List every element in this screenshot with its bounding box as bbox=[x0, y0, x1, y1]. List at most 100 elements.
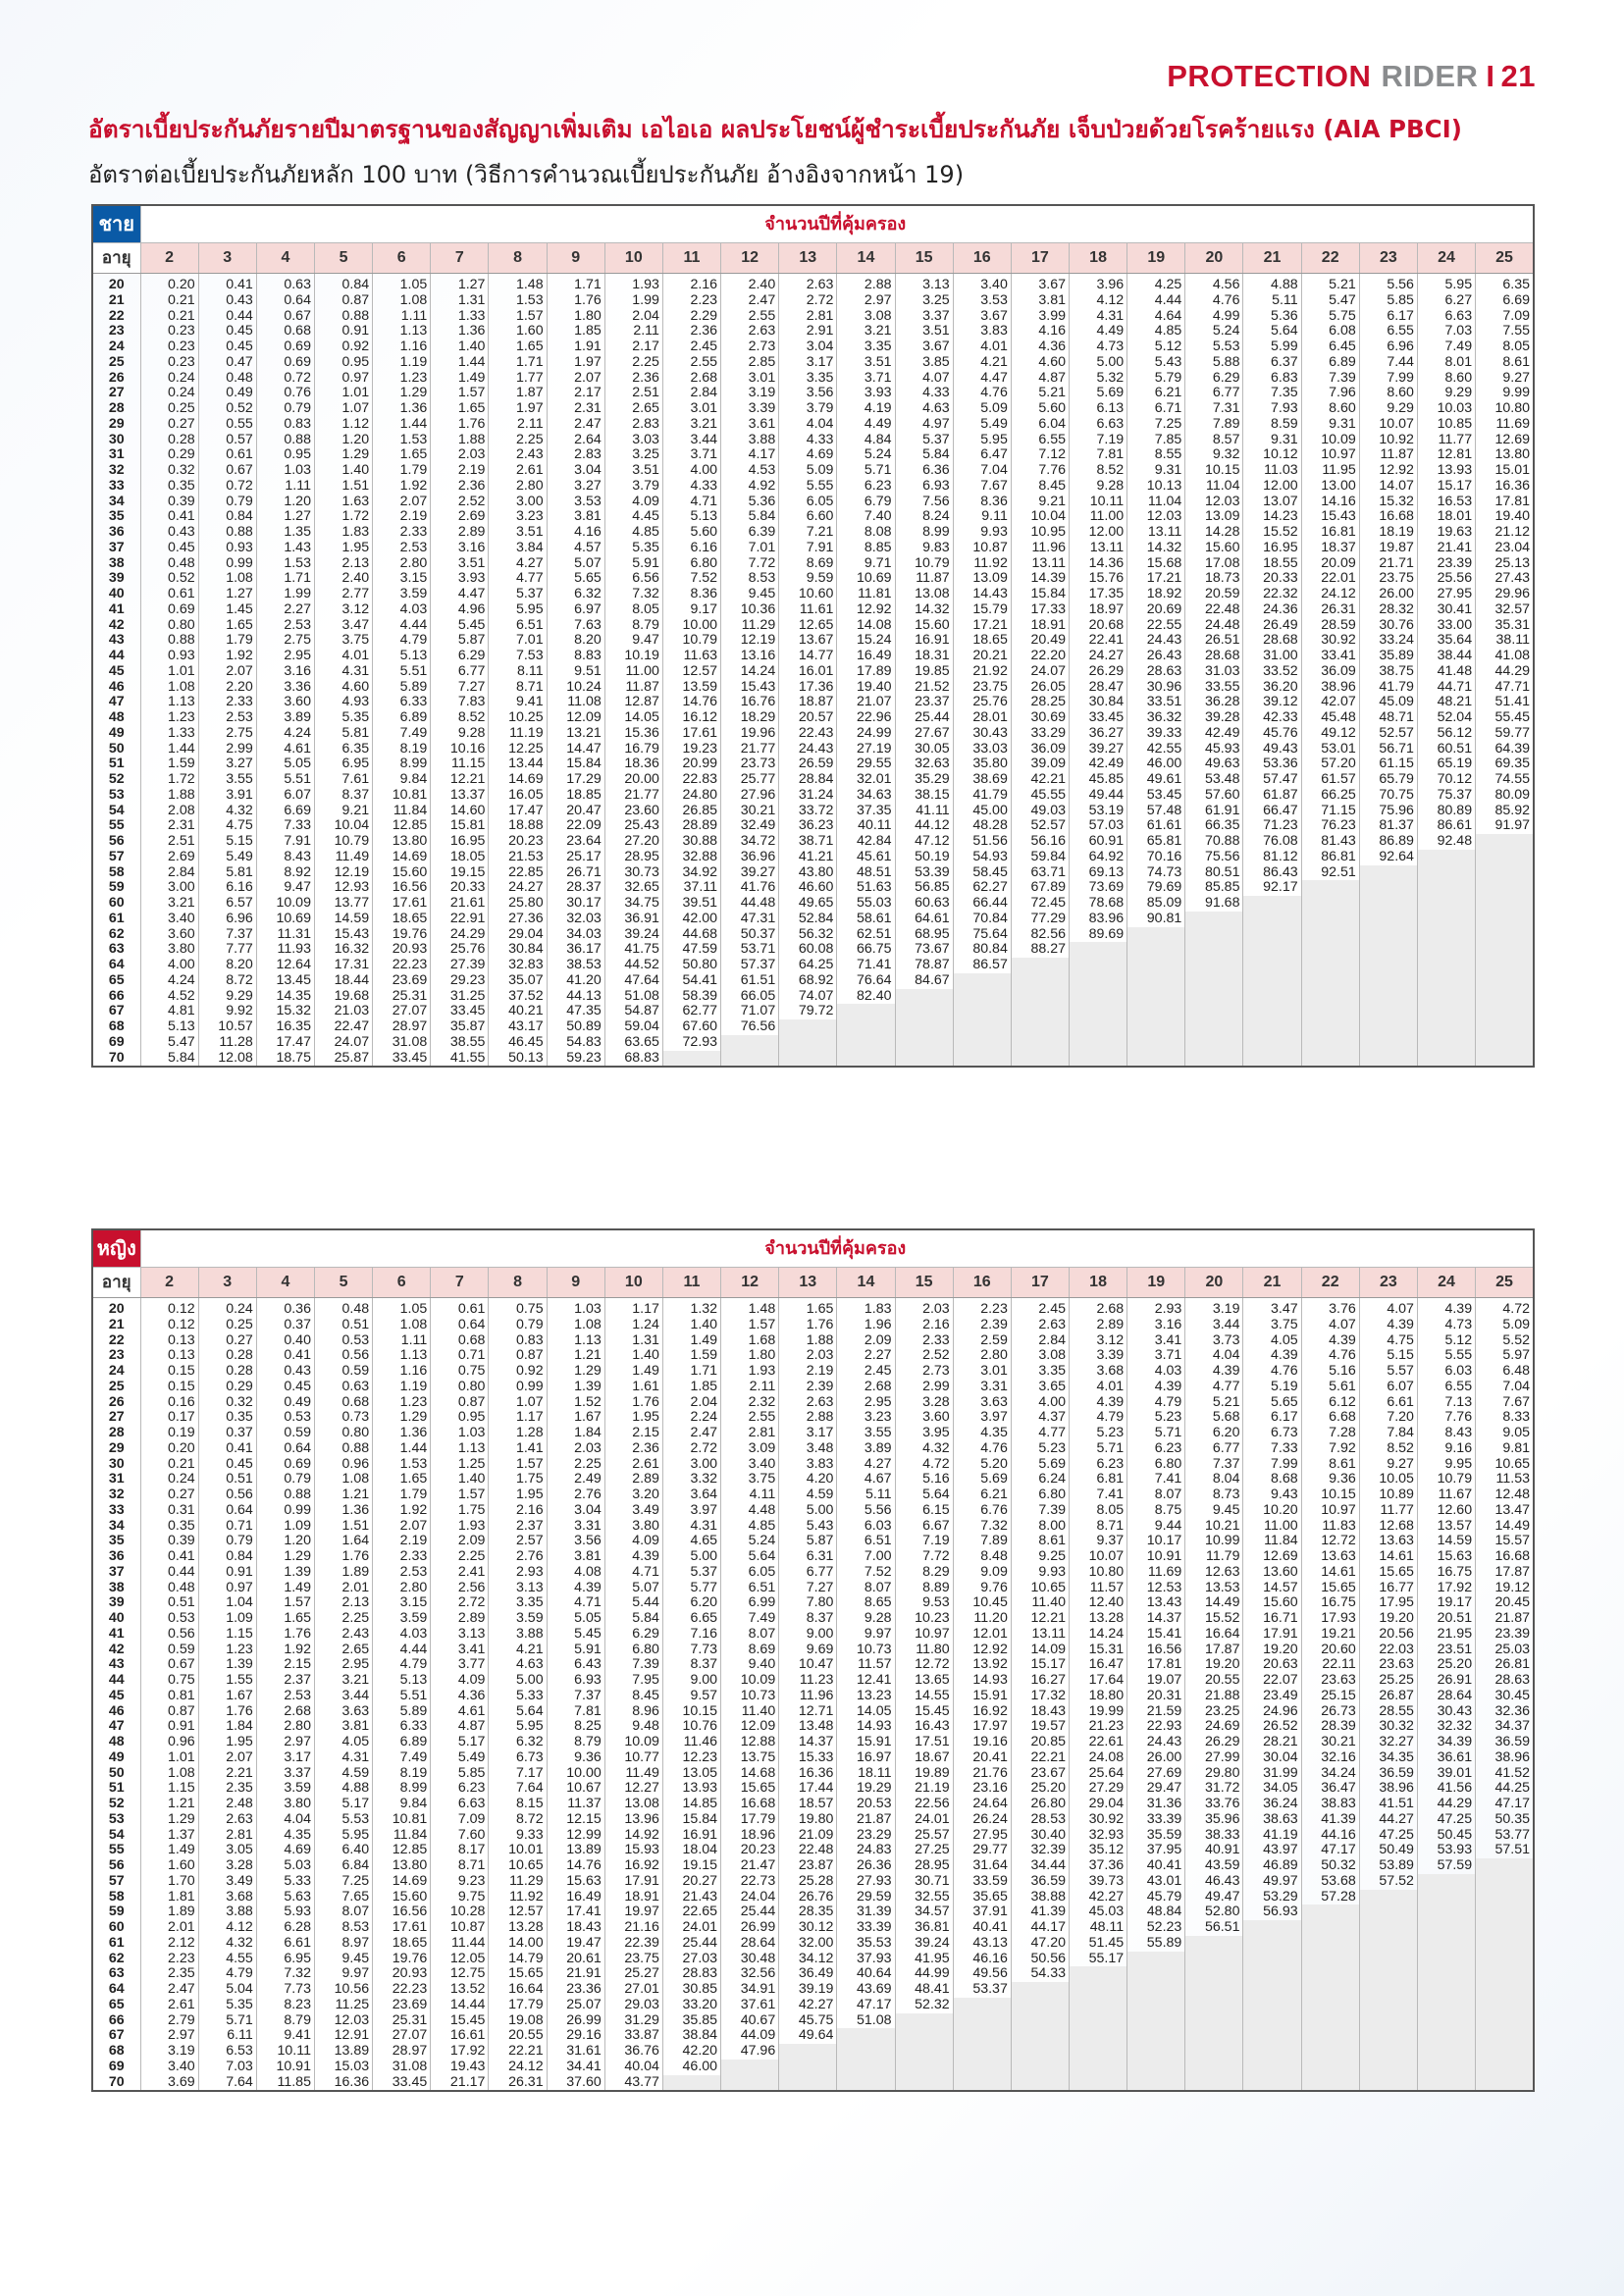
rate-cell: 4.73 bbox=[1068, 339, 1128, 355]
rate-cell: 5.13 bbox=[139, 1019, 199, 1035]
age-cell: 34 bbox=[91, 1518, 141, 1535]
age-cell: 37 bbox=[91, 540, 141, 556]
rate-cell: 28.95 bbox=[603, 849, 663, 865]
rate-cell: 1.29 bbox=[546, 1364, 605, 1380]
rate-cell: 2.91 bbox=[778, 324, 838, 339]
rate-cell: 16.36 bbox=[1475, 478, 1535, 495]
rate-cell: 26.76 bbox=[778, 1889, 838, 1905]
rate-cell: 14.55 bbox=[894, 1688, 954, 1704]
rate-cell: 4.33 bbox=[894, 386, 954, 401]
rate-cell: 86.57 bbox=[952, 958, 1012, 973]
rate-cell: 8.61 bbox=[1300, 1456, 1360, 1473]
rate-cell: 16.53 bbox=[1416, 494, 1477, 510]
rate-cell: 3.48 bbox=[778, 1440, 838, 1457]
rate-cell: 6.07 bbox=[1358, 1379, 1418, 1395]
rate-cell: 14.59 bbox=[1416, 1534, 1477, 1549]
rate-cell: 40.04 bbox=[603, 2059, 663, 2075]
rate-cell: 32.65 bbox=[603, 880, 663, 896]
rate-cell: 27.01 bbox=[603, 1982, 663, 1998]
rate-cell: 4.59 bbox=[778, 1487, 838, 1503]
rate-cell: 7.81 bbox=[1068, 447, 1128, 463]
rate-cell: 21.19 bbox=[894, 1781, 954, 1797]
rate-cell: 66.44 bbox=[952, 896, 1012, 912]
rate-cell: 3.71 bbox=[836, 370, 896, 387]
rate-cell: 16.91 bbox=[894, 633, 954, 649]
rate-cell: 8.07 bbox=[720, 1626, 780, 1643]
rate-cell: 1.20 bbox=[255, 1534, 315, 1549]
rate-cell: 20.33 bbox=[430, 880, 490, 896]
rate-cell: 10.09 bbox=[720, 1673, 780, 1689]
table-row: 49 1.33 2.75 4.24 5.81 7.49 9.28 11.19 13.21 15.3… bbox=[91, 725, 1535, 742]
rate-cell: 15.93 bbox=[603, 1843, 663, 1858]
rate-cell: 23.60 bbox=[603, 803, 663, 819]
age-cell: 38 bbox=[91, 555, 141, 572]
rate-cell: 56.12 bbox=[1416, 725, 1477, 742]
rate-cell: 1.24 bbox=[603, 1317, 663, 1333]
rate-cell: 12.68 bbox=[1358, 1518, 1418, 1535]
age-cell: 67 bbox=[91, 2028, 141, 2044]
rate-cell: 5.61 bbox=[1300, 1379, 1360, 1395]
rate-cell: 53.36 bbox=[1242, 757, 1302, 772]
age-cell: 65 bbox=[91, 1997, 141, 2013]
rate-cell: 1.44 bbox=[372, 1440, 432, 1457]
rate-cell: 7.77 bbox=[197, 942, 257, 958]
rate-cell: 23.25 bbox=[1184, 1703, 1244, 1720]
rate-cell: 45.03 bbox=[1068, 1905, 1128, 1920]
rate-cell: 13.93 bbox=[1416, 463, 1477, 479]
rate-cell: 17.61 bbox=[372, 896, 432, 912]
rate-cell: 19.20 bbox=[1242, 1642, 1302, 1658]
rate-cell: 5.43 bbox=[1126, 354, 1186, 371]
table-row: 67 4.81 9.92 15.32 21.03 27.07 33.45 40.21 47.35… bbox=[91, 1004, 1535, 1019]
rate-cell: 26.05 bbox=[1010, 679, 1071, 696]
rate-cell: 0.64 bbox=[255, 1440, 315, 1457]
rate-cell: 16.56 bbox=[1126, 1642, 1186, 1658]
rate-cell: 7.33 bbox=[255, 818, 315, 834]
rate-cell: 16.71 bbox=[1242, 1611, 1302, 1627]
rate-cell bbox=[1475, 1004, 1535, 1019]
rate-cell: 41.20 bbox=[546, 972, 605, 989]
rate-cell: 33.51 bbox=[1126, 695, 1186, 710]
rate-cell: 4.75 bbox=[1358, 1332, 1418, 1349]
rate-cell: 53.01 bbox=[1300, 741, 1360, 757]
rate-cell: 6.21 bbox=[1126, 386, 1186, 401]
rate-cell: 0.43 bbox=[197, 292, 257, 309]
rate-cell: 14.09 bbox=[1010, 1642, 1071, 1658]
rate-cell bbox=[1126, 972, 1186, 989]
rate-cell: 36.28 bbox=[1184, 695, 1244, 710]
rate-cell: 2.80 bbox=[255, 1719, 315, 1735]
rate-cell: 7.55 bbox=[1475, 324, 1535, 339]
rate-cell: 2.17 bbox=[603, 339, 663, 355]
rate-cell: 0.95 bbox=[255, 447, 315, 463]
rate-cell: 11.79 bbox=[1184, 1549, 1244, 1565]
rate-cell: 6.51 bbox=[488, 617, 548, 634]
rate-cell: 12.60 bbox=[1416, 1502, 1477, 1519]
age-cell: 57 bbox=[91, 1873, 141, 1890]
rate-cell: 3.53 bbox=[952, 292, 1012, 309]
rate-cell: 41.79 bbox=[952, 787, 1012, 804]
rate-cell: 49.61 bbox=[1126, 772, 1186, 788]
age-cell: 67 bbox=[91, 1004, 141, 1019]
rate-cell: 0.68 bbox=[255, 324, 315, 339]
rate-cell: 65.79 bbox=[1358, 772, 1418, 788]
rate-cell: 14.32 bbox=[894, 601, 954, 618]
rate-cell: 47.59 bbox=[661, 942, 722, 958]
age-cell: 42 bbox=[91, 617, 141, 634]
rate-cell: 42.49 bbox=[1068, 757, 1128, 772]
rate-cell: 1.33 bbox=[430, 308, 490, 325]
rate-cell: 0.69 bbox=[139, 601, 199, 618]
rate-cell bbox=[1242, 1019, 1302, 1035]
rate-cell: 9.00 bbox=[778, 1626, 838, 1643]
rate-cell: 78.68 bbox=[1068, 896, 1128, 912]
rate-cell: 5.89 bbox=[372, 1703, 432, 1720]
rate-cell: 9.92 bbox=[197, 1004, 257, 1019]
rate-cell: 4.09 bbox=[603, 1534, 663, 1549]
rate-cell: 8.11 bbox=[488, 663, 548, 680]
rate-cell: 5.81 bbox=[197, 864, 257, 881]
rate-cell: 0.92 bbox=[488, 1364, 548, 1380]
rate-cell: 2.99 bbox=[894, 1379, 954, 1395]
rate-cell: 0.25 bbox=[139, 401, 199, 417]
rate-cell: 30.84 bbox=[488, 942, 548, 958]
rate-cell: 13.93 bbox=[661, 1781, 722, 1797]
rate-cell: 0.20 bbox=[139, 1440, 199, 1457]
rate-cell: 11.57 bbox=[1068, 1580, 1128, 1596]
